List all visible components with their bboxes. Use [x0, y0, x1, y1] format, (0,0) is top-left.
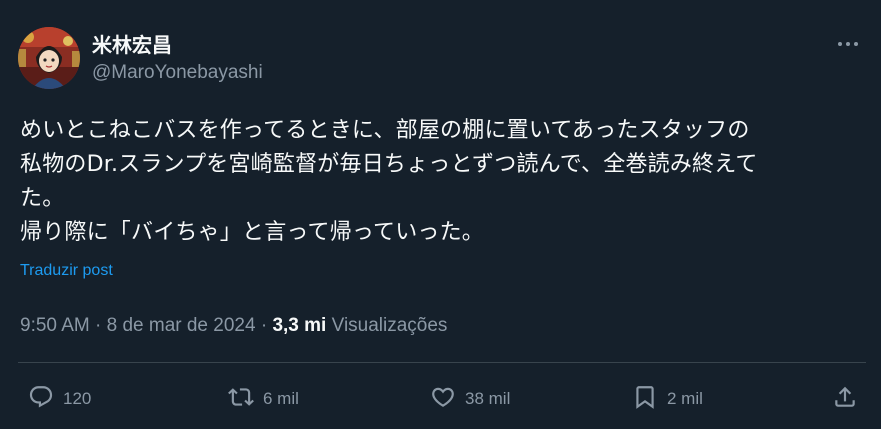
- share-icon: [832, 384, 858, 414]
- repost-button[interactable]: 6 mil: [228, 379, 299, 419]
- share-button[interactable]: [832, 379, 858, 419]
- views-label: Visualizações: [331, 315, 448, 336]
- tweet-time[interactable]: 9:50 AM: [20, 315, 90, 336]
- meta-separator: ·: [95, 315, 102, 336]
- repost-icon: [228, 384, 254, 414]
- reply-count: 120: [63, 389, 92, 408]
- reply-button[interactable]: 120: [28, 379, 91, 419]
- like-count: 38 mil: [465, 389, 511, 408]
- tweet-date[interactable]: 8 de mar de 2024: [107, 315, 256, 336]
- tweet-text: めいとこねこバスを作ってるときに、部屋の棚に置いてあったスタッフの 私物のDr.…: [20, 118, 758, 245]
- display-name[interactable]: 米林宏昌: [92, 33, 263, 57]
- author-names: 米林宏昌 @MaroYonebayashi: [92, 33, 263, 86]
- views-count: 3,3 mi: [272, 315, 327, 336]
- bookmark-count: 2 mil: [667, 389, 703, 408]
- handle[interactable]: @MaroYonebayashi: [92, 60, 263, 86]
- meta-separator: ·: [260, 315, 268, 336]
- tweet-meta: 9:50 AM · 8 de mar de 2024 · 3,3 mi Visu…: [20, 313, 447, 339]
- translate-link[interactable]: Traduzir post: [20, 262, 113, 280]
- avatar[interactable]: [18, 27, 80, 89]
- like-button[interactable]: 38 mil: [430, 379, 510, 419]
- action-bar: 120 6 mil 38 mil 2 mil: [0, 379, 881, 419]
- tweet-header: 米林宏昌 @MaroYonebayashi: [18, 27, 863, 89]
- heart-icon: [430, 384, 456, 414]
- repost-count: 6 mil: [263, 389, 299, 408]
- bookmark-button[interactable]: 2 mil: [632, 379, 703, 419]
- reply-icon: [28, 384, 54, 414]
- divider: [18, 362, 866, 363]
- more-icon[interactable]: [833, 31, 863, 57]
- tweet: 米林宏昌 @MaroYonebayashi めいとこねこバスを作ってるときに、部…: [0, 0, 881, 429]
- bookmark-icon: [632, 384, 658, 414]
